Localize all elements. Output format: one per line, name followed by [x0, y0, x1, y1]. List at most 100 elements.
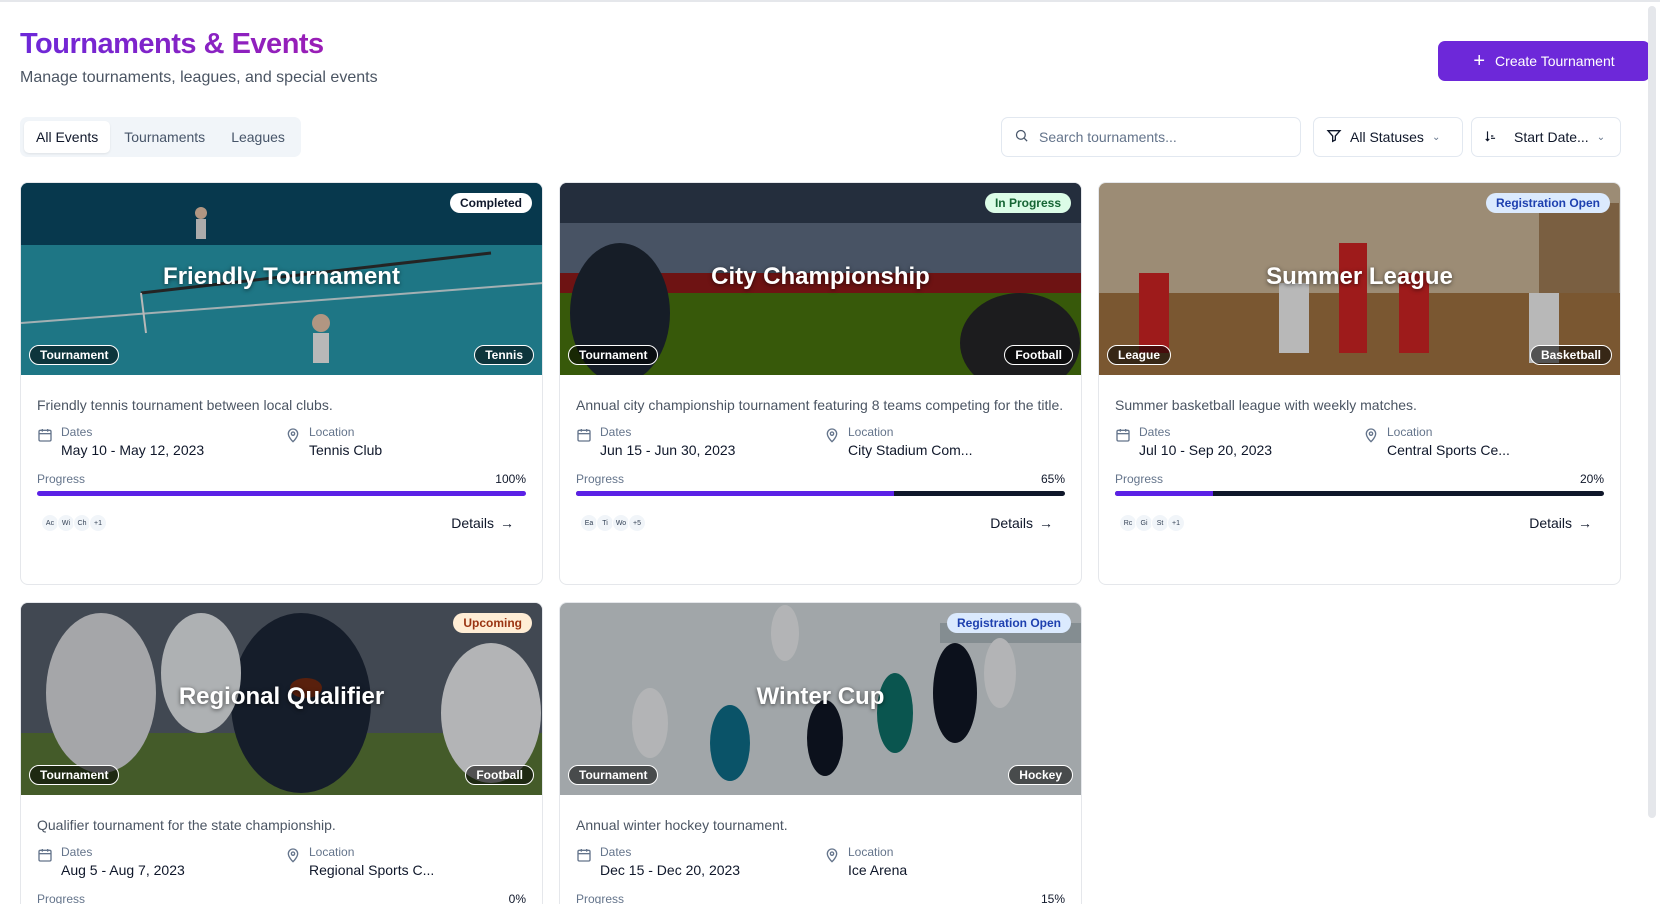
dates-value: May 10 - May 12, 2023	[61, 442, 205, 458]
event-card[interactable]: Friendly Tournament Completed Tournament…	[20, 182, 543, 585]
event-type-badge: League	[1107, 345, 1172, 365]
event-type-badge: Tournament	[29, 765, 120, 785]
progress-row: Progress 15%	[576, 892, 1065, 904]
event-banner-image: Summer League Registration Open League B…	[1099, 183, 1620, 375]
event-banner-image: City Championship In Progress Tournament…	[560, 183, 1081, 375]
event-card[interactable]: Winter Cup Registration Open Tournament …	[559, 602, 1082, 904]
status-filter-value: All Statuses	[1350, 129, 1424, 145]
progress-fill	[37, 491, 526, 496]
page-title: Tournaments & Events	[20, 28, 378, 61]
card-footer: Ea Ti Wo +5 Details →	[576, 514, 1065, 532]
status-filter-select[interactable]: All Statuses ⌄	[1313, 117, 1463, 157]
dates-label: Dates	[61, 425, 93, 439]
progress-row: Progress 100%	[37, 472, 526, 486]
event-card[interactable]: Regional Qualifier Upcoming Tournament F…	[20, 602, 543, 904]
sort-icon	[1484, 129, 1498, 146]
calendar-icon	[577, 429, 591, 442]
event-type-badge: Tournament	[568, 765, 659, 785]
progress-row: Progress 65%	[576, 472, 1065, 486]
details-label: Details	[990, 515, 1033, 531]
details-label: Details	[451, 515, 494, 531]
sport-badge: Tennis	[474, 345, 534, 365]
progress-percent: 65%	[1040, 472, 1065, 486]
event-description: Annual winter hockey tournament.	[576, 817, 788, 833]
chevron-down-icon: ⌄	[1431, 131, 1441, 143]
location-label: Location	[309, 425, 355, 439]
location-block: Location City Stadium Com...	[824, 425, 972, 458]
progress-label: Progress	[576, 472, 625, 486]
progress-fill	[1115, 491, 1213, 496]
dates-block: Dates Jul 10 - Sep 20, 2023	[1115, 425, 1363, 458]
dates-block: Dates Dec 15 - Dec 20, 2023	[576, 845, 824, 878]
arrow-right-icon: →	[1039, 515, 1053, 531]
map-pin-icon	[826, 428, 838, 443]
event-title: Summer League	[1266, 263, 1453, 290]
participant-avatars: Ac Wi Ch +1	[37, 514, 107, 532]
progress-row: Progress 0%	[37, 892, 526, 904]
event-tabs: All Events Tournaments Leagues	[20, 117, 301, 157]
page-scrollbar[interactable]	[1648, 6, 1656, 818]
avatar-more-count: +1	[1167, 514, 1185, 532]
chevron-down-icon: ⌄	[1596, 131, 1606, 143]
event-banner-image: Winter Cup Registration Open Tournament …	[560, 603, 1081, 795]
calendar-icon	[1116, 429, 1130, 442]
dates-label: Dates	[600, 845, 632, 859]
progress-bar	[576, 491, 1065, 496]
card-body: Friendly tennis tournament between local…	[21, 375, 542, 532]
event-banner-image: Friendly Tournament Completed Tournament…	[21, 183, 542, 375]
arrow-right-icon: →	[500, 515, 514, 531]
event-meta: Dates May 10 - May 12, 2023 Location Tenni…	[37, 425, 526, 458]
dates-value: Aug 5 - Aug 7, 2023	[61, 862, 185, 878]
dates-label: Dates	[61, 845, 93, 859]
progress-bar	[37, 491, 526, 496]
filter-icon	[1326, 128, 1342, 147]
sport-badge: Hockey	[1008, 765, 1073, 785]
avatar-more-count: +1	[89, 514, 107, 532]
card-footer: Ac Wi Ch +1 Details →	[37, 514, 526, 532]
arrow-right-icon: →	[1578, 515, 1592, 531]
dates-value: Jul 10 - Sep 20, 2023	[1139, 442, 1273, 458]
tab-leagues[interactable]: Leagues	[219, 121, 297, 153]
card-body: Annual city championship tournament feat…	[560, 375, 1081, 532]
details-button[interactable]: Details →	[1529, 515, 1592, 531]
status-badge: Registration Open	[946, 613, 1071, 633]
progress-row: Progress 20%	[1115, 472, 1604, 486]
details-button[interactable]: Details →	[451, 515, 514, 531]
map-pin-icon	[1365, 428, 1377, 443]
search-icon	[1014, 128, 1029, 146]
location-value: City Stadium Com...	[848, 442, 973, 458]
event-card[interactable]: City Championship In Progress Tournament…	[559, 182, 1082, 585]
create-tournament-button[interactable]: + Create Tournament	[1438, 41, 1650, 81]
progress-label: Progress	[37, 892, 86, 904]
page-subtitle: Manage tournaments, leagues, and special…	[20, 69, 378, 86]
sort-value: Start Date...	[1514, 129, 1589, 145]
tab-tournaments[interactable]: Tournaments	[112, 121, 217, 153]
progress-percent: 20%	[1579, 472, 1604, 486]
dates-label: Dates	[1139, 425, 1171, 439]
progress-fill	[576, 491, 894, 496]
location-block: Location Regional Sports C...	[285, 845, 434, 878]
sport-badge: Football	[1004, 345, 1073, 365]
create-tournament-label: Create Tournament	[1495, 53, 1615, 69]
event-card[interactable]: Summer League Registration Open League B…	[1098, 182, 1621, 585]
dates-block: Dates May 10 - May 12, 2023	[37, 425, 285, 458]
dates-value: Jun 15 - Jun 30, 2023	[600, 442, 736, 458]
location-value: Ice Arena	[848, 862, 908, 878]
details-button[interactable]: Details →	[990, 515, 1053, 531]
card-body: Annual winter hockey tournament. Dates De…	[560, 795, 1081, 904]
progress-percent: 0%	[508, 892, 526, 904]
event-meta: Dates Aug 5 - Aug 7, 2023 Location Regiona…	[37, 845, 526, 878]
dates-label: Dates	[600, 425, 632, 439]
event-type-badge: Tournament	[568, 345, 659, 365]
event-meta: Dates Jul 10 - Sep 20, 2023 Location Centr…	[1115, 425, 1604, 458]
event-title: City Championship	[711, 263, 930, 290]
map-pin-icon	[826, 848, 838, 863]
search-placeholder: Search tournaments...	[1039, 129, 1177, 145]
search-input[interactable]: Search tournaments...	[1001, 117, 1301, 157]
tab-all-events[interactable]: All Events	[24, 121, 111, 153]
progress-percent: 15%	[1040, 892, 1065, 904]
event-meta: Dates Jun 15 - Jun 30, 2023 Location City …	[576, 425, 1065, 458]
status-badge: In Progress	[984, 193, 1071, 213]
dates-value: Dec 15 - Dec 20, 2023	[600, 862, 741, 878]
sort-select[interactable]: Start Date... ⌄	[1471, 117, 1621, 157]
